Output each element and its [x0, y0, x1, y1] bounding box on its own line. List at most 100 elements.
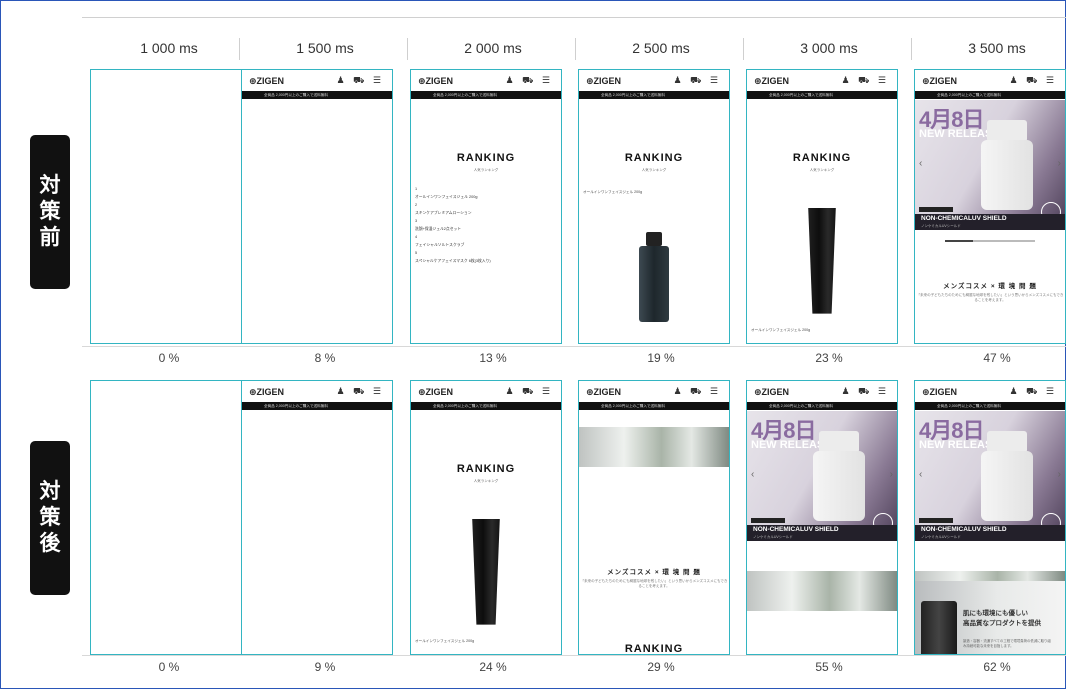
visual-completeness-percent: 47 %: [983, 351, 1011, 365]
shipping-banner: 全商品 2,000円以上のご購入で送料無料: [242, 402, 392, 410]
ranking-title: RANKING: [792, 152, 852, 164]
product-bottle[interactable]: [639, 232, 669, 322]
ranking-title: RANKING: [624, 643, 684, 655]
filmstrip-frame[interactable]: ⊕ZIGEN ♟ ⛟ ☰ 全商品 2,000円以上のご購入で送料無料: [241, 380, 393, 655]
eco-message-title: メンズコスメ × 環 境 問 題: [607, 569, 701, 576]
column-header-1: 1 500 ms: [296, 40, 354, 56]
site-header: ⊕ZIGEN ♟ ⛟ ☰: [242, 381, 392, 401]
ranking-list-item[interactable]: 3: [415, 217, 491, 225]
visual-completeness-percent: 24 %: [479, 660, 507, 674]
header-icons: ♟ ⛟ ☰: [841, 386, 889, 396]
column-header-0: 1 000 ms: [140, 40, 198, 56]
filmstrip-frame[interactable]: ⊕ZIGEN ♟ ⛟ ☰ 全商品 2,000円以上のご購入で送料無料 RANKING 人…: [746, 69, 898, 344]
product-tube[interactable]: [472, 519, 500, 625]
site-header: ⊕ZIGEN ♟ ⛟ ☰: [747, 381, 897, 401]
header-icons: ♟ ⛟ ☰: [673, 386, 721, 396]
site-logo: ⊕ZIGEN: [754, 387, 790, 397]
ranking-list-item[interactable]: 4: [415, 233, 491, 241]
ranking-title: RANKING: [456, 152, 516, 164]
site-logo: ⊕ZIGEN: [922, 76, 958, 86]
shipping-banner: 全商品 2,000円以上のご購入で送料無料: [747, 91, 897, 99]
filmstrip-frame[interactable]: ⊕ZIGEN ♟ ⛟ ☰ 全商品 2,000円以上のご購入で送料無料 メンズコスメ ×…: [578, 380, 730, 655]
shipping-banner: 全商品 2,000円以上のご購入で送料無料: [579, 91, 729, 99]
eco-message-sub: 「未来の子どもたちのためにも綺麗な地球を残したい」という思いからメンズコスメにも…: [580, 579, 728, 588]
eco-message-title: メンズコスメ × 環 境 問 題: [943, 283, 1037, 290]
site-logo: ⊕ZIGEN: [586, 387, 622, 397]
ranking-subtitle: 人気ランキング: [473, 168, 499, 172]
hero-banner[interactable]: 4月8日 NEW RELEASE ‹ › NON-CHEMICALUV SHIELD ノン…: [915, 411, 1065, 541]
product-cap: [819, 431, 859, 453]
site-logo: ⊕ZIGEN: [249, 76, 285, 86]
visual-completeness-percent: 62 %: [983, 660, 1011, 674]
ranking-list-item[interactable]: フェイシャルソルトスクラブ: [415, 241, 491, 249]
visual-completeness-percent: 0 %: [158, 660, 180, 674]
ranking-list-item[interactable]: 2: [415, 201, 491, 209]
ranking-list-item[interactable]: スペシャルケアフェイスマスク 6枚(3枚入り): [415, 257, 491, 265]
visual-completeness-percent: 19 %: [647, 351, 675, 365]
filmstrip-frame[interactable]: ⊕ZIGEN ♟ ⛟ ☰ 全商品 2,000円以上のご購入で送料無料 RANKING 人…: [410, 69, 562, 344]
eco-message: メンズコスメ × 環 境 問 題「未来の子どもたちのためにも綺麗な地球を残したい…: [915, 280, 1065, 303]
visual-completeness-percent: 0 %: [158, 351, 180, 365]
visual-completeness-percent: 8 %: [314, 351, 336, 365]
product-cap: [987, 120, 1027, 142]
row-label-1: 対策後: [30, 441, 70, 595]
ranking-item[interactable]: オールインワンフェイスジェル 200g: [583, 190, 642, 195]
header-icons: ♟ ⛟ ☰: [336, 386, 384, 396]
hero-product-name: NON-CHEMICALUV SHIELD ノンケミカルUVシールド: [915, 525, 1065, 541]
visual-completeness-percent: 29 %: [647, 660, 675, 674]
ranking-subtitle: 人気ランキング: [641, 168, 667, 172]
filmstrip-frame[interactable]: [90, 380, 242, 655]
shipping-banner: 全商品 2,000円以上のご購入で送料無料: [411, 402, 561, 410]
header-icons: ♟ ⛟ ☰: [505, 75, 553, 85]
hero-banner[interactable]: 4月8日 NEW RELEASE ‹ › NON-CHEMICALUV SHIELD ノン…: [915, 100, 1065, 230]
shipping-banner: 全商品 2,000円以上のご購入で送料無料: [747, 402, 897, 410]
eco-message-sub: 「未来の子どもたちのためにも綺麗な地球を残したい」という思いからメンズコスメにも…: [916, 293, 1064, 302]
visual-completeness-percent: 55 %: [815, 660, 843, 674]
product-bottle: [921, 601, 957, 654]
column-header-4: 3 000 ms: [800, 40, 858, 56]
eco-message: メンズコスメ × 環 境 問 題「未来の子どもたちのためにも綺麗な地球を残したい…: [579, 566, 729, 589]
eco-section: 肌にも環境にも優しい 高品質なプロダクトを提供 製造・容器・流通すべての工程で環境…: [915, 581, 1065, 654]
header-icons: ♟ ⛟ ☰: [336, 75, 384, 85]
chevron-left-icon[interactable]: ‹: [919, 158, 922, 169]
product-tube[interactable]: [808, 208, 836, 314]
shipping-banner: 全商品 2,000円以上のご購入で送料無料: [915, 402, 1065, 410]
ranking-item[interactable]: オールインワンフェイスジェル 200g: [751, 328, 810, 333]
shipping-banner: 全商品 2,000円以上のご購入で送料無料: [242, 91, 392, 99]
ranking-list-item[interactable]: 1: [415, 185, 491, 193]
ranking-list-item[interactable]: オールインワンフェイスジェル 200g: [415, 193, 491, 201]
ranking-list: 1 オールインワンフェイスジェル 200g 2 スキンケアプレミアムローション 3 洗顔+…: [415, 185, 491, 265]
ranking-item[interactable]: オールインワンフェイスジェル 200g: [415, 639, 474, 644]
chevron-right-icon[interactable]: ›: [1058, 158, 1061, 169]
percent-divider: [82, 346, 1066, 347]
filmstrip-frame[interactable]: ⊕ZIGEN ♟ ⛟ ☰ 全商品 2,000円以上のご購入で送料無料 4月8日 NEW …: [914, 69, 1066, 344]
filmstrip-frame[interactable]: ⊕ZIGEN ♟ ⛟ ☰ 全商品 2,000円以上のご購入で送料無料 4月8日 NEW …: [914, 380, 1066, 655]
filmstrip-frame[interactable]: ⊕ZIGEN ♟ ⛟ ☰ 全商品 2,000円以上のご購入で送料無料 RANKING 人…: [410, 380, 562, 655]
site-header: ⊕ZIGEN ♟ ⛟ ☰: [915, 381, 1065, 401]
ranking-list-item[interactable]: 洗顔+保湿ジェル2点セット: [415, 225, 491, 233]
ranking-list-item[interactable]: 5: [415, 249, 491, 257]
column-separator: [575, 38, 576, 60]
column-separator: [239, 38, 240, 60]
ranking-list-item[interactable]: スキンケアプレミアムローション: [415, 209, 491, 217]
visual-completeness-percent: 13 %: [479, 351, 507, 365]
shipping-banner: 全商品 2,000円以上のご購入で送料無料: [915, 91, 1065, 99]
ranking-title: RANKING: [456, 463, 516, 475]
chevron-right-icon[interactable]: ›: [1058, 469, 1061, 480]
product-jar: [813, 451, 865, 521]
site-logo: ⊕ZIGEN: [754, 76, 790, 86]
filmstrip-frame[interactable]: ⊕ZIGEN ♟ ⛟ ☰ 全商品 2,000円以上のご購入で送料無料 RANKING 人…: [578, 69, 730, 344]
shipping-banner: 全商品 2,000円以上のご購入で送料無料: [579, 402, 729, 410]
chevron-left-icon[interactable]: ‹: [919, 469, 922, 480]
filmstrip-frame[interactable]: ⊕ZIGEN ♟ ⛟ ☰ 全商品 2,000円以上のご購入で送料無料 4月8日 NEW …: [746, 380, 898, 655]
ranking-subtitle: 人気ランキング: [809, 168, 835, 172]
column-header-5: 3 500 ms: [968, 40, 1026, 56]
hero-banner[interactable]: 4月8日 NEW RELEASE ‹ › NON-CHEMICALUV SHIELD ノン…: [747, 411, 897, 541]
header-icons: ♟ ⛟ ☰: [1009, 386, 1057, 396]
chevron-right-icon[interactable]: ›: [890, 469, 893, 480]
filmstrip-frame[interactable]: [90, 69, 242, 344]
filmstrip-frame[interactable]: ⊕ZIGEN ♟ ⛟ ☰ 全商品 2,000円以上のご購入で送料無料: [241, 69, 393, 344]
chevron-left-icon[interactable]: ‹: [751, 469, 754, 480]
product-jar: [981, 451, 1033, 521]
hero-ribbon: [751, 518, 785, 523]
